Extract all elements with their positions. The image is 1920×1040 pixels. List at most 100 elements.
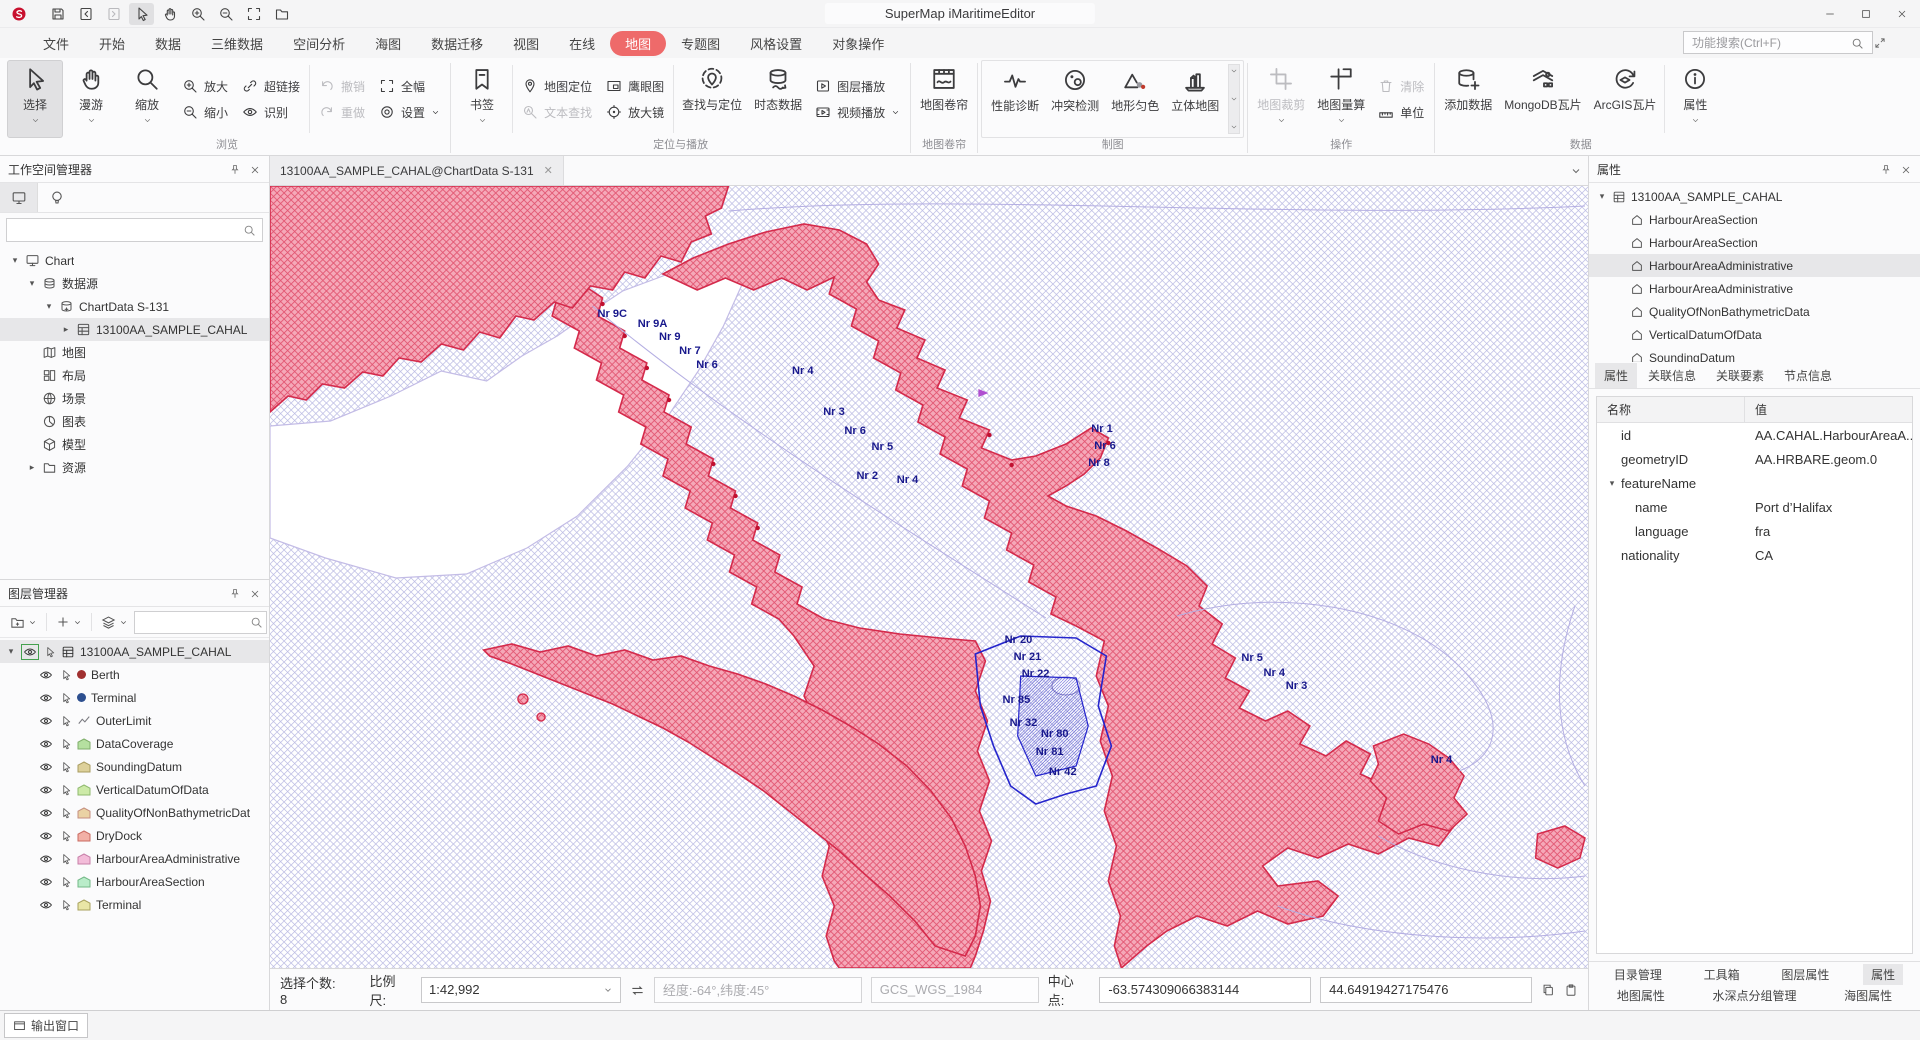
ribbon-button-zoomout[interactable]: 缩小 — [182, 104, 228, 121]
layer-selectable-toggle[interactable] — [60, 806, 72, 820]
layer-item[interactable]: Terminal — [0, 893, 269, 916]
ribbon-button-magnifier[interactable]: 缩放 — [119, 60, 175, 138]
tree-expander[interactable]: ▾ — [1597, 191, 1607, 202]
swap-coordinates-icon[interactable] — [630, 981, 645, 997]
ribbon-button-loupe[interactable]: 放大镜 — [606, 104, 664, 121]
property-tab-属性[interactable]: 属性 — [1595, 363, 1637, 388]
ribbon-tab-地图[interactable]: 地图 — [610, 31, 666, 56]
minimize-button[interactable] — [1812, 0, 1848, 27]
qa-hand-button[interactable] — [157, 3, 182, 25]
layer-search-input[interactable] — [134, 611, 267, 634]
pin-icon[interactable] — [229, 162, 241, 176]
layer-visibility-toggle[interactable] — [37, 736, 55, 752]
layer-selectable-toggle[interactable] — [60, 737, 72, 751]
ribbon-tab-在线[interactable]: 在线 — [554, 31, 610, 56]
close-button[interactable] — [1884, 0, 1920, 27]
ribbon-button-pin[interactable]: 地图定位 — [522, 78, 592, 95]
ribbon-button-eye[interactable]: 识别 — [242, 104, 300, 121]
property-row[interactable]: nationalityCA — [1597, 543, 1912, 567]
ribbon-tab-文件[interactable]: 文件 — [28, 31, 84, 56]
workspace-search-input[interactable] — [6, 218, 263, 242]
ribbon-button-trash[interactable]: 清除 — [1378, 78, 1424, 95]
close-icon[interactable] — [249, 586, 261, 600]
layer-selectable-toggle[interactable] — [60, 668, 72, 682]
workspace-tree-item[interactable]: ▾ChartData S-131 — [0, 295, 269, 318]
ribbon-button-conflict[interactable]: 冲突检测 — [1045, 61, 1105, 137]
feature-item[interactable]: SoundingDatum — [1589, 346, 1920, 362]
scale-combobox[interactable]: 1:42,992 — [421, 977, 621, 1003]
layer-item[interactable]: SoundingDatum — [0, 755, 269, 778]
property-row[interactable]: idAA.CAHAL.HarbourAreaA... — [1597, 423, 1912, 447]
dock-tab-地图属性[interactable]: 地图属性 — [1609, 985, 1673, 1006]
tree-expander[interactable]: ▸ — [27, 462, 37, 473]
layer-visibility-toggle[interactable] — [37, 690, 55, 706]
workspace-tree-tab[interactable] — [0, 183, 38, 212]
ribbon-tab-风格设置[interactable]: 风格设置 — [735, 31, 817, 56]
ribbon-button-ruler[interactable]: 单位 — [1378, 104, 1424, 121]
layer-item[interactable]: Berth — [0, 663, 269, 686]
qa-logo-button[interactable] — [6, 3, 31, 25]
tab-list-chevron-icon[interactable] — [1570, 164, 1582, 178]
property-row[interactable]: geometryIDAA.HRBARE.geom.0 — [1597, 447, 1912, 471]
ribbon-button-bookmark[interactable]: 书签 — [454, 60, 510, 138]
layer-item[interactable]: Terminal — [0, 686, 269, 709]
ribbon-button-redo[interactable]: 重做 — [319, 104, 365, 121]
feature-item[interactable]: HarbourAreaAdministrative — [1589, 254, 1920, 277]
copy-icon[interactable] — [1541, 982, 1555, 998]
dock-tab-工具箱[interactable]: 工具箱 — [1696, 964, 1748, 985]
layer-visibility-toggle[interactable] — [37, 713, 55, 729]
layer-style-button[interactable] — [97, 612, 132, 633]
layer-visibility-toggle[interactable] — [37, 759, 55, 775]
ribbon-button-stereo[interactable]: 立体地图 — [1165, 61, 1225, 137]
property-tab-节点信息[interactable]: 节点信息 — [1775, 363, 1841, 388]
ribbon-button-info[interactable]: 属性 — [1667, 60, 1723, 138]
ribbon-tab-海图[interactable]: 海图 — [360, 31, 416, 56]
ribbon-button-mongo[interactable]: MongoDB瓦片 — [1498, 60, 1587, 138]
layer-item[interactable]: VerticalDatumOfData — [0, 778, 269, 801]
ribbon-tab-空间分析[interactable]: 空间分析 — [278, 31, 360, 56]
ribbon-tab-三维数据[interactable]: 三维数据 — [196, 31, 278, 56]
workspace-tree-item[interactable]: 布局 — [0, 364, 269, 387]
center-y-field[interactable] — [1320, 977, 1532, 1003]
layer-visibility-toggle[interactable] — [37, 782, 55, 798]
close-tab-icon[interactable]: ✕ — [544, 164, 553, 177]
qa-zoomin-button[interactable] — [185, 3, 210, 25]
workspace-tree-item[interactable]: ▸资源 — [0, 456, 269, 479]
dock-tab-水深点分组管理[interactable]: 水深点分组管理 — [1704, 985, 1804, 1006]
crs-field[interactable] — [871, 977, 1039, 1003]
ribbon-button-temporal[interactable]: 时态数据 — [748, 60, 808, 138]
qa-pageprev-button[interactable] — [73, 3, 98, 25]
layer-item[interactable]: DryDock — [0, 824, 269, 847]
layer-visibility-toggle[interactable] — [37, 667, 55, 683]
layer-visibility-toggle[interactable] — [37, 851, 55, 867]
ribbon-button-terrain[interactable]: 地形匀色 — [1105, 61, 1165, 137]
expand-ribbon-icon[interactable] — [1874, 36, 1886, 50]
scene-view-tab[interactable] — [38, 183, 76, 212]
paste-icon[interactable] — [1564, 982, 1578, 998]
qa-folder-button[interactable] — [269, 3, 294, 25]
dock-tab-图层属性[interactable]: 图层属性 — [1773, 964, 1837, 985]
ribbon-button-zoomin[interactable]: 放大 — [182, 78, 228, 95]
layer-visibility-toggle[interactable] — [37, 828, 55, 844]
feature-item[interactable]: VerticalDatumOfData — [1589, 323, 1920, 346]
ribbon-tab-专题图[interactable]: 专题图 — [666, 31, 735, 56]
ribbon-tab-开始[interactable]: 开始 — [84, 31, 140, 56]
layer-selectable-toggle[interactable] — [60, 714, 72, 728]
layer-item[interactable]: QualityOfNonBathymetricDat — [0, 801, 269, 824]
layer-selectable-toggle[interactable] — [44, 645, 56, 659]
search-icon[interactable] — [1851, 35, 1864, 49]
layer-visibility-toggle[interactable] — [37, 805, 55, 821]
layer-selectable-toggle[interactable] — [60, 852, 72, 866]
tree-expander[interactable]: ▾ — [1607, 478, 1617, 489]
tree-expander[interactable]: ▾ — [44, 301, 54, 312]
property-row[interactable]: namePort d’Halifax — [1597, 495, 1912, 519]
property-tab-关联要素[interactable]: 关联要素 — [1707, 363, 1773, 388]
layer-item[interactable]: ▾13100AA_SAMPLE_CAHAL — [0, 640, 269, 663]
close-icon[interactable] — [249, 162, 261, 176]
center-x-field[interactable] — [1099, 977, 1311, 1003]
output-window-button[interactable]: 输出窗口 — [4, 1013, 88, 1038]
ribbon-button-pointer[interactable]: 选择 — [7, 60, 63, 138]
layer-selectable-toggle[interactable] — [60, 691, 72, 705]
qa-zoomout-button[interactable] — [213, 3, 238, 25]
ribbon-button-videoplay[interactable]: 视频播放 — [815, 104, 900, 121]
